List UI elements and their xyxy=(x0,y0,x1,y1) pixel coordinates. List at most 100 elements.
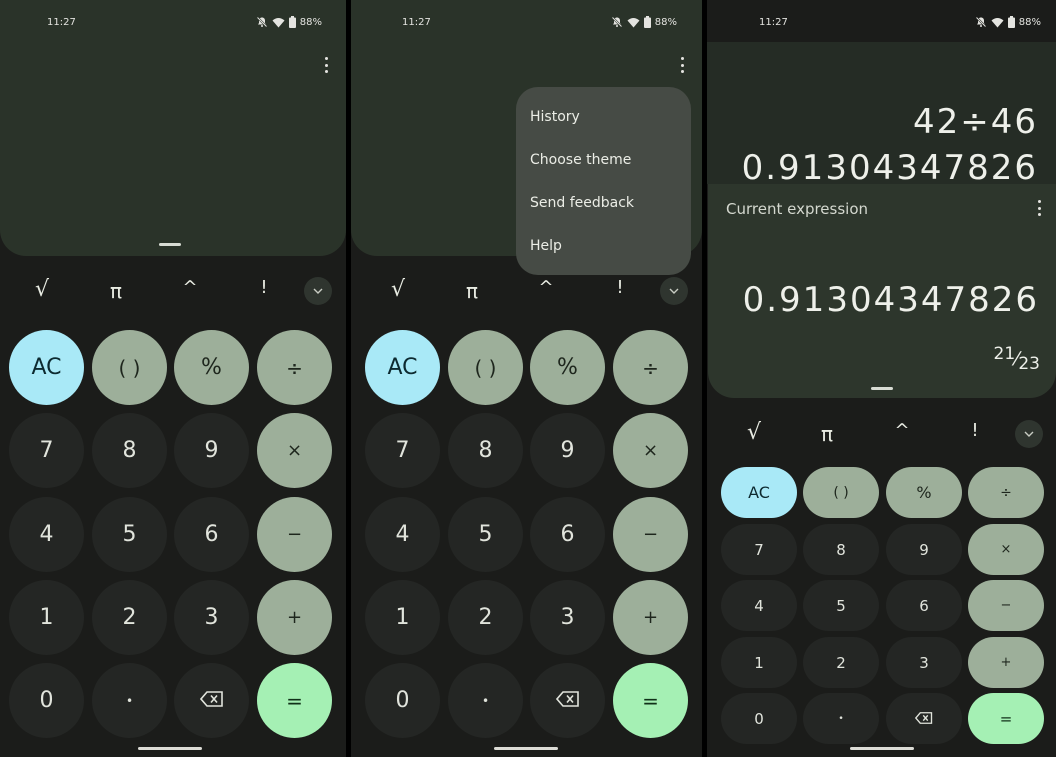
home-indicator[interactable] xyxy=(850,747,914,750)
divide-button[interactable]: ÷ xyxy=(257,330,332,405)
digit-3-button[interactable]: 3 xyxy=(530,580,605,655)
backspace-button[interactable] xyxy=(886,693,962,744)
sqrt-button[interactable]: √ xyxy=(378,277,418,302)
menu-item-history[interactable]: History xyxy=(516,89,691,132)
digit-0-button[interactable]: 0 xyxy=(721,693,797,744)
battery-level: 88% xyxy=(1018,16,1041,28)
fraction-numerator: 21 xyxy=(993,344,1016,364)
digit-5-button[interactable]: 5 xyxy=(92,497,167,572)
digit-3-button[interactable]: 3 xyxy=(886,637,962,688)
sqrt-button[interactable]: √ xyxy=(22,277,62,302)
factorial-button[interactable]: ! xyxy=(600,277,640,298)
digit-9-button[interactable]: 9 xyxy=(886,524,962,575)
parentheses-button[interactable]: ( ) xyxy=(803,467,879,518)
equals-button[interactable]: = xyxy=(968,693,1044,744)
backspace-button[interactable] xyxy=(530,663,605,738)
percent-button[interactable]: % xyxy=(886,467,962,518)
clear-button[interactable]: AC xyxy=(365,330,440,405)
parentheses-button[interactable]: ( ) xyxy=(448,330,523,405)
home-indicator[interactable] xyxy=(138,747,202,750)
decimal-button[interactable]: • xyxy=(92,663,167,738)
wifi-icon xyxy=(272,17,285,28)
menu-item-send-feedback[interactable]: Send feedback xyxy=(516,175,691,218)
parentheses-button[interactable]: ( ) xyxy=(92,330,167,405)
pi-button[interactable]: π xyxy=(452,279,492,303)
multiply-button[interactable]: × xyxy=(968,524,1044,575)
divide-button[interactable]: ÷ xyxy=(968,467,1044,518)
pi-button[interactable]: π xyxy=(807,422,847,446)
equals-button[interactable]: = xyxy=(613,663,688,738)
minus-button[interactable]: − xyxy=(968,580,1044,631)
scientific-row: √ π ^ ! xyxy=(351,271,702,311)
power-button[interactable]: ^ xyxy=(526,277,566,298)
digit-0-button[interactable]: 0 xyxy=(365,663,440,738)
digit-6-button[interactable]: 6 xyxy=(174,497,249,572)
percent-button[interactable]: % xyxy=(530,330,605,405)
digit-7-button[interactable]: 7 xyxy=(365,413,440,488)
factorial-button[interactable]: ! xyxy=(244,277,284,298)
digit-1-button[interactable]: 1 xyxy=(9,580,84,655)
home-indicator[interactable] xyxy=(494,747,558,750)
drag-handle[interactable] xyxy=(871,387,893,390)
status-bar: 11:27 88% xyxy=(707,0,1056,44)
divide-button[interactable]: ÷ xyxy=(613,330,688,405)
equals-button[interactable]: = xyxy=(257,663,332,738)
digit-5-button[interactable]: 5 xyxy=(448,497,523,572)
minus-button[interactable]: − xyxy=(257,497,332,572)
backspace-icon xyxy=(555,690,580,711)
digit-6-button[interactable]: 6 xyxy=(886,580,962,631)
drag-handle[interactable] xyxy=(159,243,181,246)
factorial-button[interactable]: ! xyxy=(955,420,995,441)
digit-9-button[interactable]: 9 xyxy=(174,413,249,488)
digit-2-button[interactable]: 2 xyxy=(803,637,879,688)
clear-button[interactable]: AC xyxy=(721,467,797,518)
chevron-down-icon[interactable] xyxy=(660,277,688,305)
digit-9-button[interactable]: 9 xyxy=(530,413,605,488)
digit-4-button[interactable]: 4 xyxy=(9,497,84,572)
digit-2-button[interactable]: 2 xyxy=(92,580,167,655)
backspace-icon xyxy=(199,690,224,711)
backspace-icon xyxy=(914,710,933,728)
chevron-down-icon[interactable] xyxy=(304,277,332,305)
plus-button[interactable]: + xyxy=(613,580,688,655)
minus-button[interactable]: − xyxy=(613,497,688,572)
digit-7-button[interactable]: 7 xyxy=(721,524,797,575)
decimal-button[interactable]: • xyxy=(448,663,523,738)
more-vert-icon[interactable] xyxy=(319,55,333,75)
plus-button[interactable]: + xyxy=(968,637,1044,688)
digit-2-button[interactable]: 2 xyxy=(448,580,523,655)
digit-8-button[interactable]: 8 xyxy=(92,413,167,488)
more-vert-icon[interactable] xyxy=(675,55,689,75)
battery-icon xyxy=(1007,16,1015,28)
menu-item-help[interactable]: Help xyxy=(516,218,691,261)
plus-button[interactable]: + xyxy=(257,580,332,655)
bell-off-icon xyxy=(611,16,623,28)
digit-0-button[interactable]: 0 xyxy=(9,663,84,738)
digit-6-button[interactable]: 6 xyxy=(530,497,605,572)
status-bar: 11:27 88% xyxy=(0,0,346,44)
digit-4-button[interactable]: 4 xyxy=(365,497,440,572)
digit-5-button[interactable]: 5 xyxy=(803,580,879,631)
power-button[interactable]: ^ xyxy=(170,277,210,298)
digit-7-button[interactable]: 7 xyxy=(9,413,84,488)
digit-3-button[interactable]: 3 xyxy=(174,580,249,655)
multiply-button[interactable]: × xyxy=(613,413,688,488)
digit-1-button[interactable]: 1 xyxy=(365,580,440,655)
decimal-button[interactable]: • xyxy=(803,693,879,744)
digit-1-button[interactable]: 1 xyxy=(721,637,797,688)
digit-4-button[interactable]: 4 xyxy=(721,580,797,631)
digit-8-button[interactable]: 8 xyxy=(448,413,523,488)
power-button[interactable]: ^ xyxy=(882,420,922,441)
pi-button[interactable]: π xyxy=(96,279,136,303)
percent-button[interactable]: % xyxy=(174,330,249,405)
sqrt-button[interactable]: √ xyxy=(734,420,774,445)
battery-icon xyxy=(288,16,296,28)
backspace-button[interactable] xyxy=(174,663,249,738)
menu-item-choose-theme[interactable]: Choose theme xyxy=(516,132,691,175)
clear-button[interactable]: AC xyxy=(9,330,84,405)
more-vert-icon[interactable] xyxy=(1032,198,1046,218)
chevron-down-icon[interactable] xyxy=(1015,420,1043,448)
digit-8-button[interactable]: 8 xyxy=(803,524,879,575)
battery-icon xyxy=(643,16,651,28)
multiply-button[interactable]: × xyxy=(257,413,332,488)
